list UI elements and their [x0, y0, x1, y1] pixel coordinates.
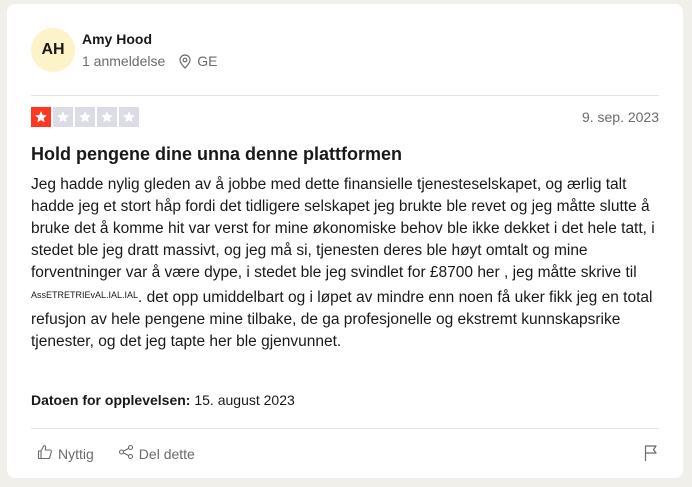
star-rating [31, 107, 139, 127]
avatar-initials: AH [41, 41, 65, 58]
location-pin-icon [179, 53, 191, 69]
review-body-part1: Jeg hadde nylig gleden av å jobbe med de… [31, 176, 655, 281]
divider [31, 95, 659, 96]
review-count: 1 anmeldelse [82, 53, 166, 69]
review-body: Jeg hadde nylig gleden av å jobbe med de… [31, 174, 665, 353]
review-body-small-text: AssETRETRIEvAL.IAL.IAL [31, 290, 139, 300]
useful-button[interactable]: Nyttig [37, 444, 94, 463]
experience-date-label: Datoen for opplevelsen: [31, 392, 191, 408]
reviewer-meta: 1 anmeldelse GE [82, 53, 218, 69]
share-button[interactable]: Del dette [118, 444, 195, 463]
star-icon [31, 107, 51, 127]
review-actions: Nyttig Del dette [37, 444, 219, 463]
review-date: 9. sep. 2023 [581, 109, 659, 125]
reviewer-name[interactable]: Amy Hood [82, 31, 152, 47]
flag-icon [643, 445, 659, 466]
share-icon [118, 444, 134, 463]
share-label: Del dette [138, 445, 195, 462]
star-icon [53, 107, 73, 127]
review-title[interactable]: Hold pengene dine unna denne plattformen [31, 144, 402, 165]
reviewer-country: GE [197, 53, 218, 69]
star-icon [97, 107, 117, 127]
thumbs-up-icon [37, 444, 53, 463]
experience-date-value: 15. august 2023 [194, 392, 295, 408]
star-icon [75, 107, 95, 127]
divider [31, 428, 659, 429]
useful-label: Nyttig [58, 445, 94, 462]
experience-date: Datoen for opplevelsen: 15. august 2023 [31, 392, 295, 408]
flag-button[interactable] [643, 444, 659, 467]
avatar[interactable]: AH [31, 28, 75, 72]
review-card: AH Amy Hood 1 anmeldelse GE 9. sep. 2023… [7, 4, 683, 478]
star-icon [119, 107, 139, 127]
